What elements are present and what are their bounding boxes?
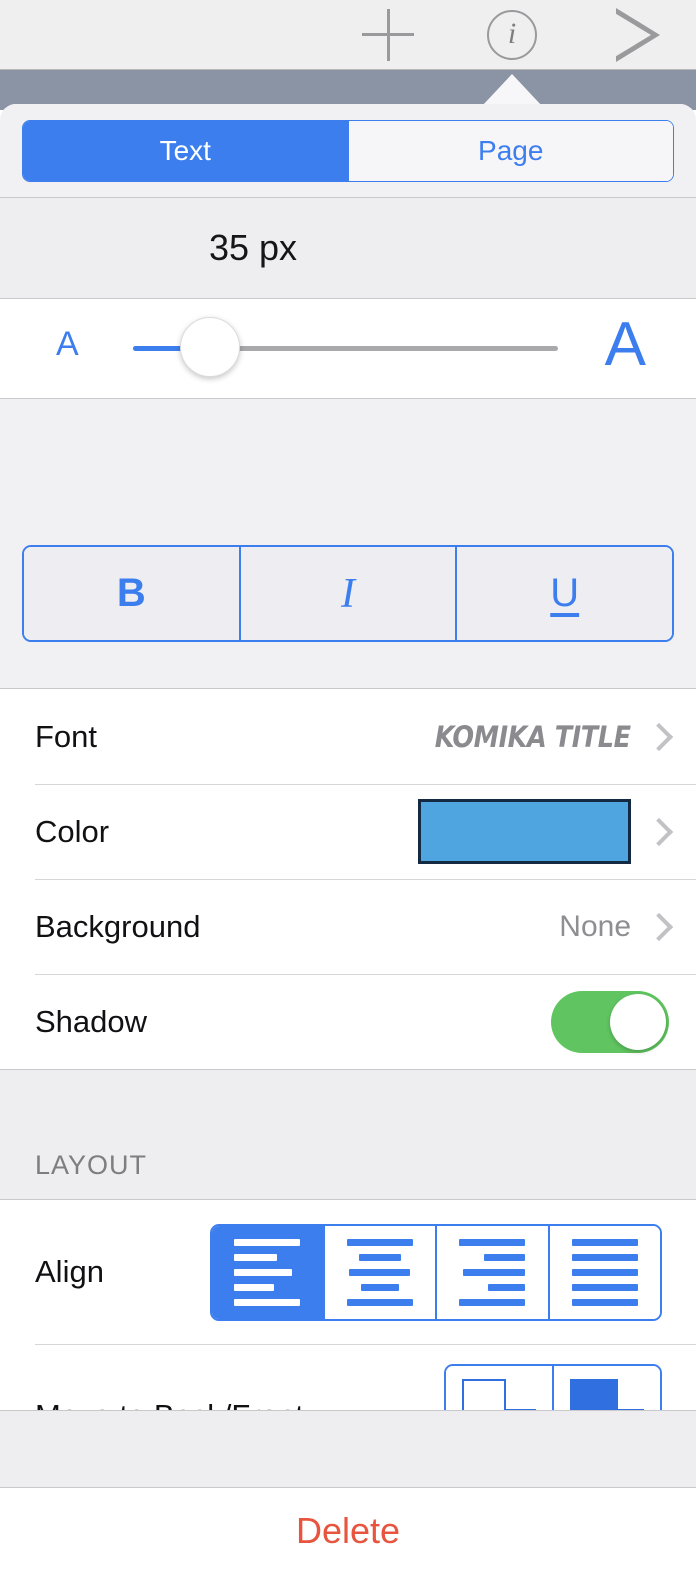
format-popover: Text Page 35 px A A B I U Font KOMIKA TI… <box>0 104 696 1574</box>
align-justify-button[interactable] <box>547 1225 660 1319</box>
text-style-section: B I U <box>0 399 696 689</box>
play-triangle-icon <box>613 7 660 62</box>
info-circle-icon: i <box>487 9 537 60</box>
row-color[interactable]: Color <box>0 784 696 879</box>
color-swatch[interactable] <box>418 799 631 864</box>
tabs-section: Text Page <box>0 104 696 197</box>
delete-button-label: Delete <box>295 1510 401 1551</box>
row-background-label: Background <box>35 908 201 944</box>
text-style-segmented-control[interactable]: B I U <box>22 545 674 642</box>
bold-label: B <box>116 571 146 615</box>
info-button[interactable]: i <box>454 0 570 69</box>
large-a-icon: A <box>604 310 646 379</box>
text-page-segmented-control[interactable]: Text Page <box>22 120 674 182</box>
play-button[interactable] <box>580 0 696 69</box>
row-shadow: Shadow <box>0 974 696 1069</box>
align-left-icon <box>234 1238 301 1306</box>
bold-button[interactable]: B <box>24 547 239 640</box>
text-settings-list: Font KOMIKA TITLE Color Background None … <box>0 689 696 1069</box>
align-justify-icon <box>571 1238 638 1306</box>
align-right-button[interactable] <box>435 1225 548 1319</box>
tab-text[interactable]: Text <box>23 121 348 181</box>
row-color-label: Color <box>35 813 110 849</box>
row-align: Align <box>0 1200 696 1344</box>
plus-icon <box>362 8 414 61</box>
row-font[interactable]: Font KOMIKA TITLE <box>0 689 696 784</box>
row-background-right: None <box>559 909 674 944</box>
tab-page-label: Page <box>478 135 544 166</box>
delete-row[interactable]: Delete <box>0 1488 696 1574</box>
underline-label: U <box>550 571 580 615</box>
add-button[interactable] <box>330 0 446 69</box>
align-center-button[interactable] <box>322 1225 435 1319</box>
row-font-right: KOMIKA TITLE <box>408 719 674 754</box>
chevron-right-icon <box>644 722 674 751</box>
shadow-toggle[interactable] <box>551 990 669 1053</box>
font-size-slider-thumb[interactable] <box>180 317 240 377</box>
tab-page[interactable]: Page <box>347 121 673 181</box>
chevron-right-icon <box>644 912 674 941</box>
italic-label: I <box>341 570 355 617</box>
shadow-toggle-knob <box>610 993 666 1050</box>
popover-arrow <box>482 74 542 106</box>
align-center-icon <box>346 1238 413 1306</box>
chevron-right-icon <box>644 817 674 846</box>
tab-text-label: Text <box>159 135 211 166</box>
font-size-slider-row[interactable]: A A <box>0 299 696 399</box>
row-font-value: KOMIKA TITLE <box>435 719 631 754</box>
row-background[interactable]: Background None <box>0 879 696 974</box>
layout-section-header: LAYOUT <box>0 1070 696 1200</box>
align-right-icon <box>459 1238 526 1306</box>
bottom-spacer-band <box>0 1410 696 1488</box>
row-shadow-right <box>551 990 669 1053</box>
row-font-label: Font <box>35 718 98 754</box>
italic-button[interactable]: I <box>238 547 456 640</box>
align-segmented-control[interactable] <box>210 1223 662 1321</box>
font-size-value: 35 px <box>208 227 298 268</box>
row-background-value: None <box>559 909 631 943</box>
top-toolbar: i <box>0 0 696 70</box>
row-align-label: Align <box>35 1254 104 1289</box>
layout-section-title: LAYOUT <box>35 1150 148 1180</box>
underline-button[interactable]: U <box>455 547 672 640</box>
align-left-button[interactable] <box>212 1225 323 1319</box>
row-color-right <box>418 799 674 864</box>
row-shadow-label: Shadow <box>35 1003 148 1039</box>
small-a-icon: A <box>56 325 79 363</box>
font-size-readout: 35 px <box>0 197 696 299</box>
